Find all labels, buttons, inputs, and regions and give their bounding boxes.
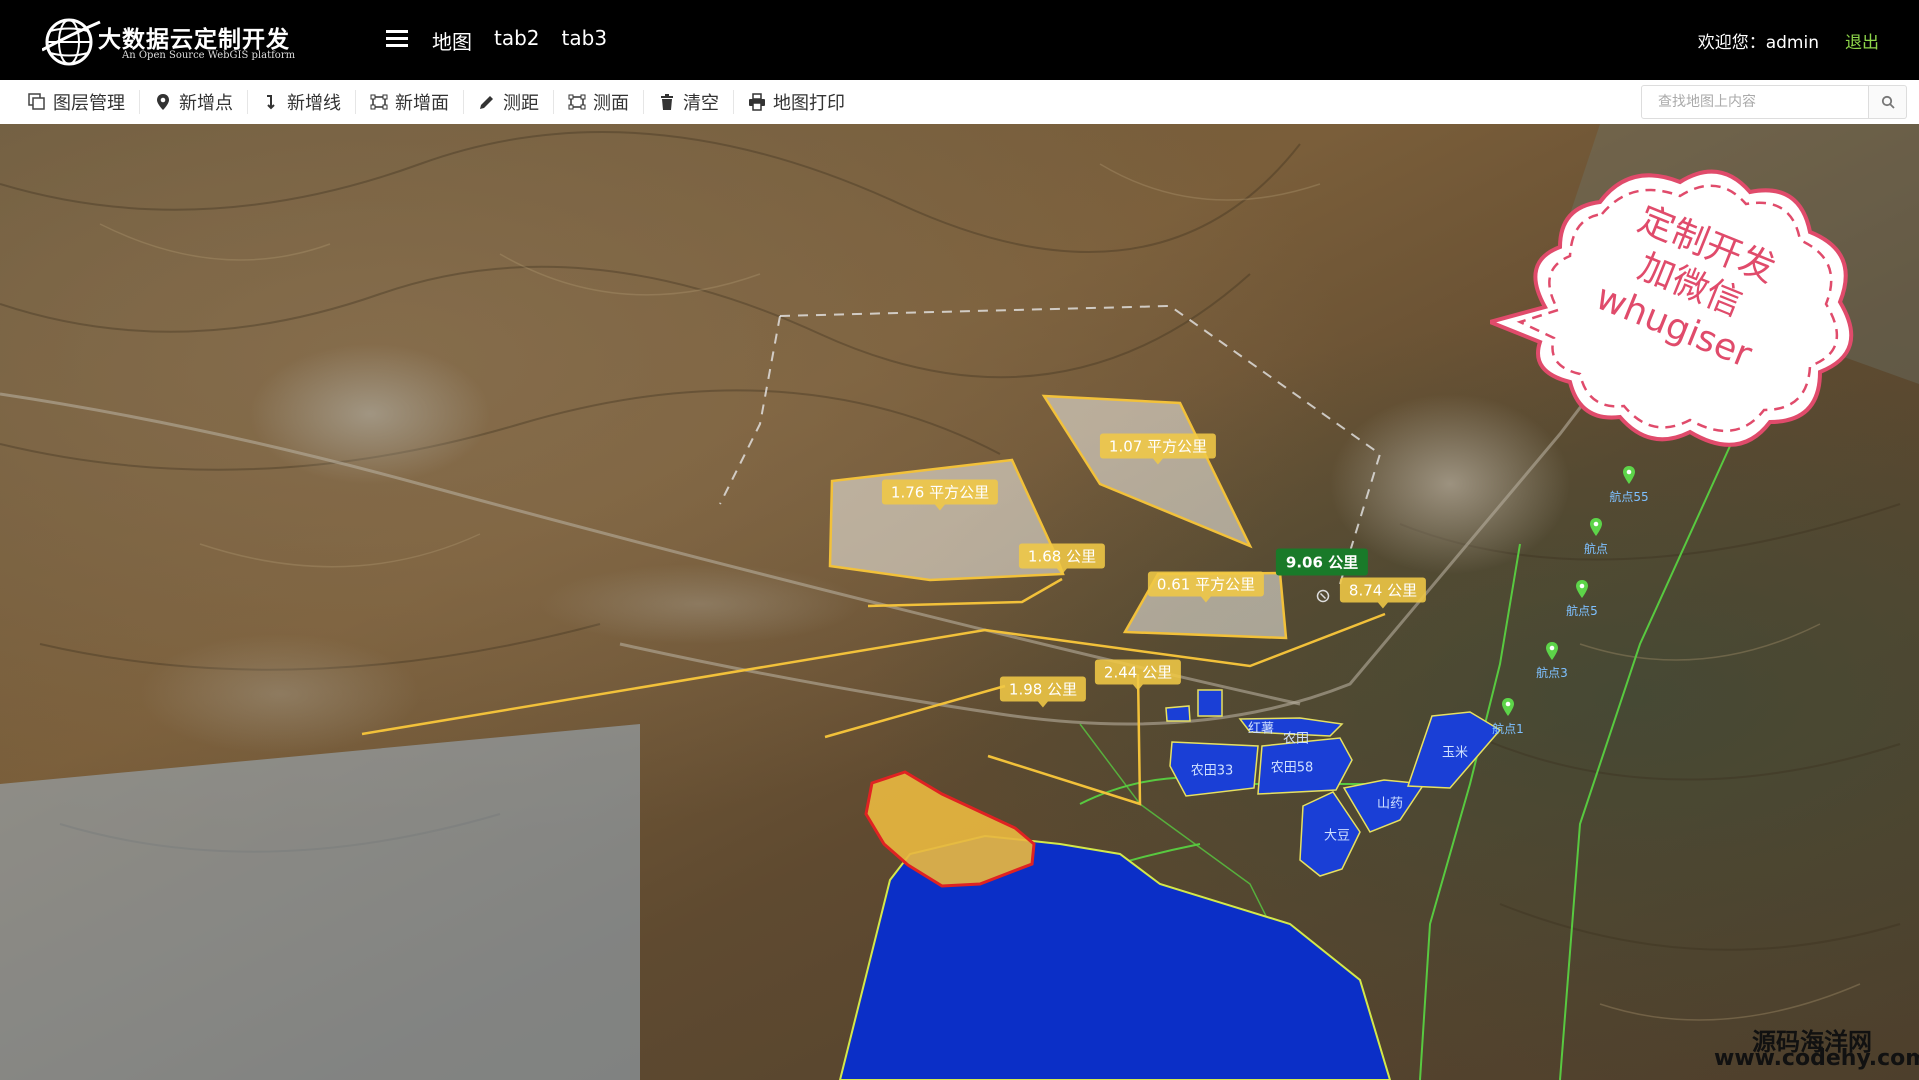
line-icon [267,95,275,110]
map-toolbar: 图层管理 新增点 新增线 新增面 测距 测面 清空 地图打印 [0,80,1919,125]
add-polygon-button[interactable]: 新增面 [356,90,464,114]
waypoint-marker-icon[interactable] [1501,698,1515,716]
tool-label: 测面 [593,93,629,114]
logout-link[interactable]: 退出 [1845,28,1879,53]
nav-tab-map[interactable]: 地图 [432,26,472,55]
distance-label[interactable]: 1.98 公里 [999,676,1087,708]
layer-manager-button[interactable]: 图层管理 [14,90,140,114]
welcome-text: 欢迎您：admin [1697,33,1819,53]
nav-tab-3[interactable]: tab3 [562,26,608,55]
measure-distance-button[interactable]: 测距 [464,90,554,114]
clear-button[interactable]: 清空 [644,90,734,114]
distance-label[interactable]: 8.74 公里 [1339,577,1427,609]
add-point-button[interactable]: 新增点 [140,90,248,114]
area-label[interactable]: 1.07 平方公里 [1099,433,1217,465]
field-label: 农田58 [1270,760,1314,776]
tool-label: 测距 [503,93,539,114]
layers-icon [28,93,45,110]
map-marker-icon [157,94,169,110]
waypoint-label: 航点5 [1566,604,1598,618]
trash-icon [661,94,673,110]
field-label: 红薯 [1247,721,1275,737]
add-line-button[interactable]: 新增线 [248,90,356,114]
map-search-input[interactable] [1641,85,1869,119]
active-distance-label[interactable]: 9.06 公里 [1275,548,1369,576]
area-label[interactable]: 1.76 平方公里 [881,479,999,511]
logo[interactable]: 大数据云定制开发 An Open Source WebGIS platform [41,14,322,68]
field-label: 农田 [1282,731,1310,747]
field-label: 大豆 [1323,828,1351,844]
waypoint-label: 航点3 [1536,666,1568,680]
watermark-url: www.codehy.com [1714,1046,1919,1071]
polygon-icon [370,94,388,110]
waypoint-label: 航点 [1583,542,1609,556]
search-icon [1881,95,1895,109]
waypoint-label: 航点1 [1492,722,1524,736]
area-label[interactable]: 0.61 平方公里 [1147,571,1265,603]
field-label: 山药 [1376,796,1404,812]
waypoint-marker-icon[interactable] [1622,466,1636,484]
waypoint-label: 航点55 [1609,490,1649,504]
waypoint-marker-icon[interactable] [1575,580,1589,598]
top-navbar: 大数据云定制开发 An Open Source WebGIS platform … [0,0,1919,80]
nav-tab-2[interactable]: tab2 [494,26,540,55]
tool-label: 清空 [683,93,719,114]
menu-toggle-icon[interactable] [386,30,408,50]
tool-label: 新增线 [287,93,341,114]
search-button[interactable] [1869,85,1907,119]
logo-subtitle: An Open Source WebGIS platform [122,50,296,61]
distance-label[interactable]: 2.44 公里 [1094,659,1182,691]
print-icon [749,93,765,111]
tool-label: 新增点 [179,93,233,114]
logo-title: 大数据云定制开发 [98,26,290,53]
waypoint-marker-icon[interactable] [1545,642,1559,660]
close-measure-icon[interactable] [1316,589,1330,603]
pencil-icon [480,96,493,109]
distance-label[interactable]: 1.68 公里 [1018,543,1106,575]
tool-label: 新增面 [395,93,449,114]
tool-label: 地图打印 [773,93,845,114]
print-map-button[interactable]: 地图打印 [734,90,859,114]
top-nav: 地图 tab2 tab3 [432,26,607,55]
globe-logo-icon [41,18,101,66]
field-label: 农田33 [1190,763,1234,779]
tool-label: 图层管理 [53,93,125,114]
measure-area-button[interactable]: 测面 [554,90,644,114]
waypoint-marker-icon[interactable] [1589,518,1603,536]
field-label: 玉米 [1441,745,1469,761]
area-measure-icon [568,94,586,110]
